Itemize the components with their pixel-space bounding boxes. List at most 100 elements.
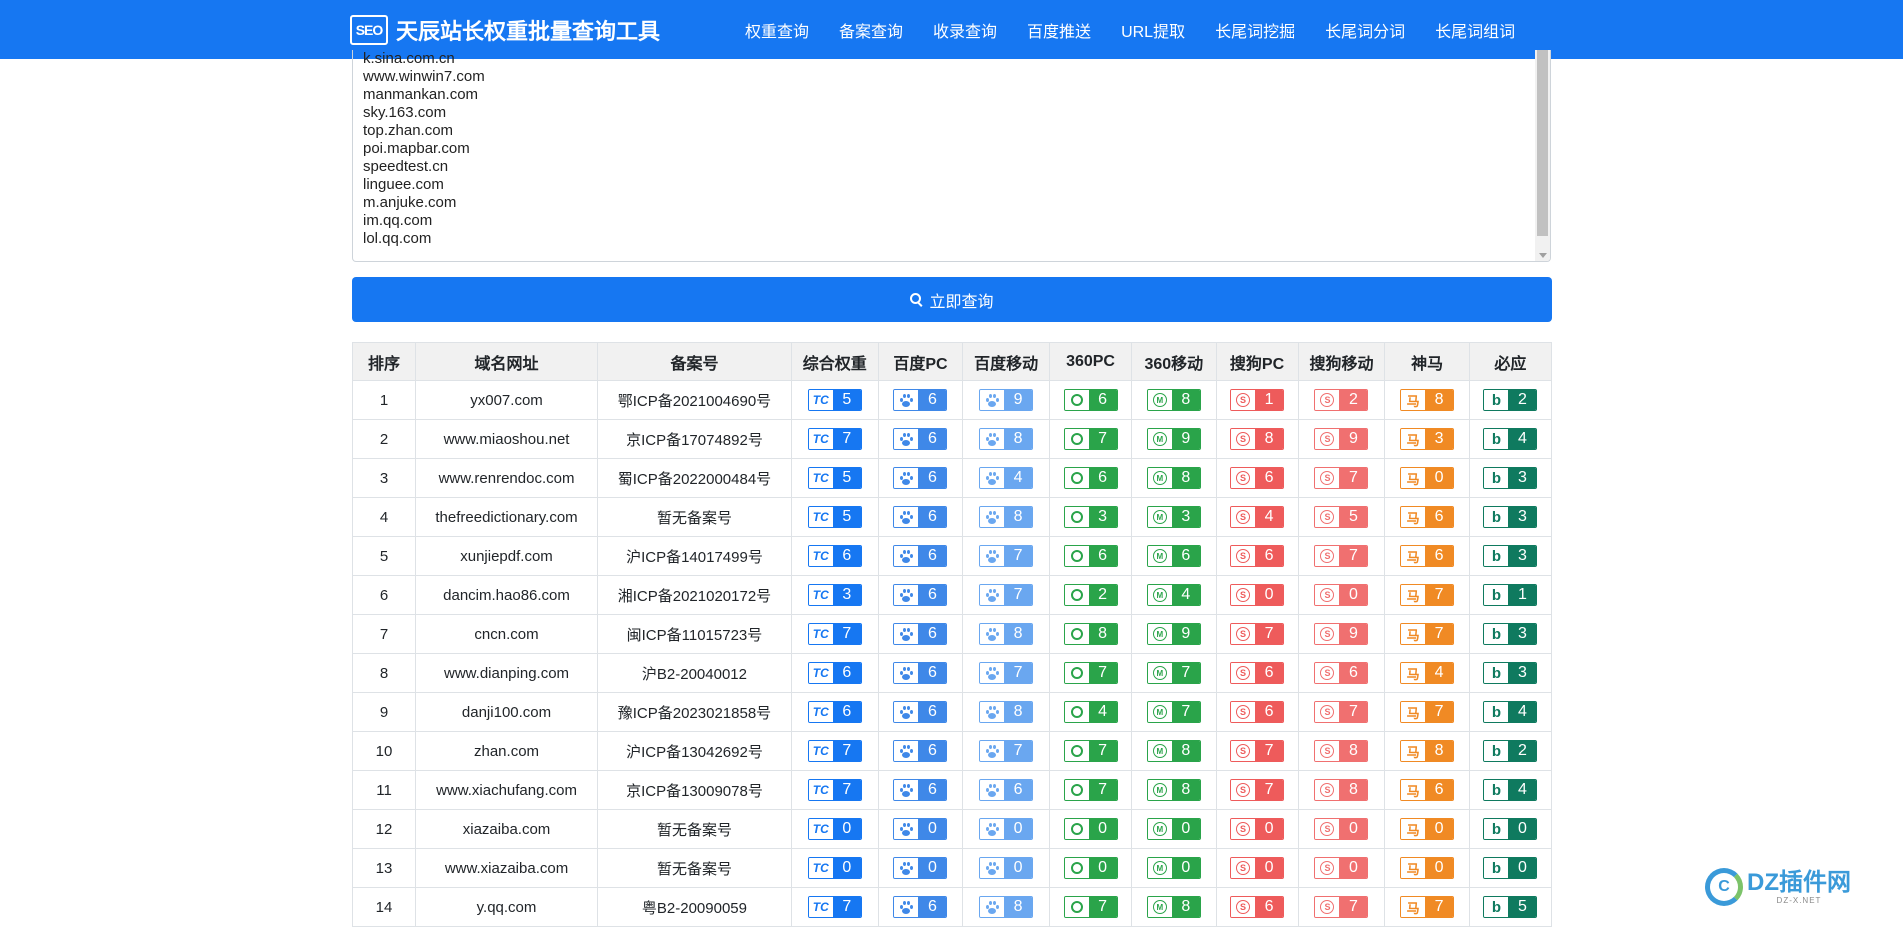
aizhan-weight-badge[interactable]: TC 7: [807, 623, 862, 645]
shenma-weight-badge[interactable]: 马7: [1400, 896, 1455, 918]
baidu_m-weight-badge[interactable]: 7: [979, 740, 1034, 762]
sogou_m-weight-badge[interactable]: S8: [1314, 740, 1369, 762]
sogou_m-weight-badge[interactable]: S6: [1314, 662, 1369, 684]
s360_pc-weight-badge[interactable]: 0: [1063, 857, 1118, 879]
baidu_m-weight-badge[interactable]: 7: [979, 662, 1034, 684]
shenma-weight-badge[interactable]: 马8: [1400, 389, 1455, 411]
textarea-scrollbar[interactable]: [1535, 50, 1550, 261]
aizhan-weight-badge[interactable]: TC 7: [807, 428, 862, 450]
sogou_pc-weight-badge[interactable]: S1: [1230, 389, 1285, 411]
sogou_m-weight-badge[interactable]: S5: [1314, 506, 1369, 528]
bing-weight-badge[interactable]: b2: [1483, 389, 1538, 411]
sogou_pc-weight-badge[interactable]: S7: [1230, 779, 1285, 801]
domain-cell[interactable]: xiazaiba.com: [415, 809, 599, 849]
aizhan-weight-badge[interactable]: TC 5: [807, 467, 862, 489]
sogou_pc-weight-badge[interactable]: S0: [1230, 857, 1285, 879]
domain-cell[interactable]: www.dianping.com: [415, 653, 599, 693]
aizhan-weight-badge[interactable]: TC 6: [807, 545, 862, 567]
baidu_m-weight-badge[interactable]: 8: [979, 428, 1034, 450]
nav-item-2[interactable]: 收录查询: [918, 18, 1012, 42]
baidu_pc-weight-badge[interactable]: 6: [893, 701, 948, 723]
bing-weight-badge[interactable]: b3: [1483, 662, 1538, 684]
bing-weight-badge[interactable]: b3: [1483, 623, 1538, 645]
s360_m-weight-badge[interactable]: M7: [1146, 662, 1201, 684]
s360_m-weight-badge[interactable]: M3: [1146, 506, 1201, 528]
domain-cell[interactable]: www.renrendoc.com: [415, 458, 599, 498]
baidu_m-weight-badge[interactable]: 9: [979, 389, 1034, 411]
s360_m-weight-badge[interactable]: M6: [1146, 545, 1201, 567]
s360_pc-weight-badge[interactable]: 7: [1063, 428, 1118, 450]
baidu_m-weight-badge[interactable]: 4: [979, 467, 1034, 489]
s360_pc-weight-badge[interactable]: 6: [1063, 389, 1118, 411]
shenma-weight-badge[interactable]: 马0: [1400, 818, 1455, 840]
bing-weight-badge[interactable]: b3: [1483, 467, 1538, 489]
aizhan-weight-badge[interactable]: TC 3: [807, 584, 862, 606]
shenma-weight-badge[interactable]: 马7: [1400, 623, 1455, 645]
baidu_pc-weight-badge[interactable]: 0: [893, 857, 948, 879]
baidu_pc-weight-badge[interactable]: 6: [893, 896, 948, 918]
baidu_m-weight-badge[interactable]: 8: [979, 701, 1034, 723]
baidu_pc-weight-badge[interactable]: 6: [893, 779, 948, 801]
aizhan-weight-badge[interactable]: TC 0: [807, 857, 862, 879]
baidu_m-weight-badge[interactable]: 7: [979, 584, 1034, 606]
sogou_m-weight-badge[interactable]: S7: [1314, 896, 1369, 918]
baidu_pc-weight-badge[interactable]: 6: [893, 389, 948, 411]
aizhan-weight-badge[interactable]: TC 7: [807, 740, 862, 762]
shenma-weight-badge[interactable]: 马4: [1400, 662, 1455, 684]
domain-cell[interactable]: zhan.com: [415, 731, 599, 771]
sogou_pc-weight-badge[interactable]: S6: [1230, 662, 1285, 684]
s360_pc-weight-badge[interactable]: 8: [1063, 623, 1118, 645]
bing-weight-badge[interactable]: b5: [1483, 896, 1538, 918]
sogou_m-weight-badge[interactable]: S8: [1314, 779, 1369, 801]
domain-textarea[interactable]: k.sina.com.cn www.winwin7.com manmankan.co…: [352, 50, 1551, 262]
sogou_m-weight-badge[interactable]: S7: [1314, 701, 1369, 723]
sogou_m-weight-badge[interactable]: S0: [1314, 857, 1369, 879]
bing-weight-badge[interactable]: b0: [1483, 857, 1538, 879]
baidu_pc-weight-badge[interactable]: 6: [893, 467, 948, 489]
baidu_pc-weight-badge[interactable]: 6: [893, 428, 948, 450]
domain-cell[interactable]: thefreedictionary.com: [415, 497, 599, 537]
sogou_m-weight-badge[interactable]: S9: [1314, 623, 1369, 645]
baidu_m-weight-badge[interactable]: 0: [979, 857, 1034, 879]
sogou_m-weight-badge[interactable]: S7: [1314, 467, 1369, 489]
sogou_pc-weight-badge[interactable]: S8: [1230, 428, 1285, 450]
s360_pc-weight-badge[interactable]: 6: [1063, 545, 1118, 567]
s360_pc-weight-badge[interactable]: 7: [1063, 740, 1118, 762]
domain-cell[interactable]: y.qq.com: [415, 887, 599, 927]
bing-weight-badge[interactable]: b2: [1483, 740, 1538, 762]
baidu_pc-weight-badge[interactable]: 6: [893, 662, 948, 684]
s360_m-weight-badge[interactable]: M9: [1146, 428, 1201, 450]
sogou_m-weight-badge[interactable]: S0: [1314, 584, 1369, 606]
s360_m-weight-badge[interactable]: M8: [1146, 389, 1201, 411]
nav-item-4[interactable]: URL提取: [1106, 18, 1200, 42]
s360_pc-weight-badge[interactable]: 0: [1063, 818, 1118, 840]
s360_m-weight-badge[interactable]: M8: [1146, 467, 1201, 489]
baidu_pc-weight-badge[interactable]: 6: [893, 584, 948, 606]
sogou_pc-weight-badge[interactable]: S6: [1230, 467, 1285, 489]
s360_pc-weight-badge[interactable]: 4: [1063, 701, 1118, 723]
nav-item-1[interactable]: 备案查询: [824, 18, 918, 42]
s360_m-weight-badge[interactable]: M9: [1146, 623, 1201, 645]
sogou_pc-weight-badge[interactable]: S6: [1230, 896, 1285, 918]
nav-item-3[interactable]: 百度推送: [1012, 18, 1106, 42]
query-now-button[interactable]: 立即查询: [352, 277, 1552, 322]
shenma-weight-badge[interactable]: 马0: [1400, 857, 1455, 879]
s360_m-weight-badge[interactable]: M0: [1146, 818, 1201, 840]
shenma-weight-badge[interactable]: 马6: [1400, 779, 1455, 801]
domain-cell[interactable]: danji100.com: [415, 692, 599, 732]
scrollbar-thumb[interactable]: [1537, 50, 1548, 236]
sogou_pc-weight-badge[interactable]: S7: [1230, 740, 1285, 762]
aizhan-weight-badge[interactable]: TC 7: [807, 896, 862, 918]
domain-cell[interactable]: xunjiepdf.com: [415, 536, 599, 576]
domain-cell[interactable]: yx007.com: [415, 380, 599, 420]
domain-cell[interactable]: dancim.hao86.com: [415, 575, 599, 615]
s360_m-weight-badge[interactable]: M8: [1146, 740, 1201, 762]
s360_m-weight-badge[interactable]: M8: [1146, 896, 1201, 918]
domain-cell[interactable]: www.xiachufang.com: [415, 770, 599, 810]
domain-cell[interactable]: www.miaoshou.net: [415, 419, 599, 459]
s360_pc-weight-badge[interactable]: 6: [1063, 467, 1118, 489]
nav-item-5[interactable]: 长尾词挖掘: [1200, 18, 1310, 42]
domain-cell[interactable]: cncn.com: [415, 614, 599, 654]
baidu_m-weight-badge[interactable]: 8: [979, 506, 1034, 528]
bing-weight-badge[interactable]: b4: [1483, 779, 1538, 801]
